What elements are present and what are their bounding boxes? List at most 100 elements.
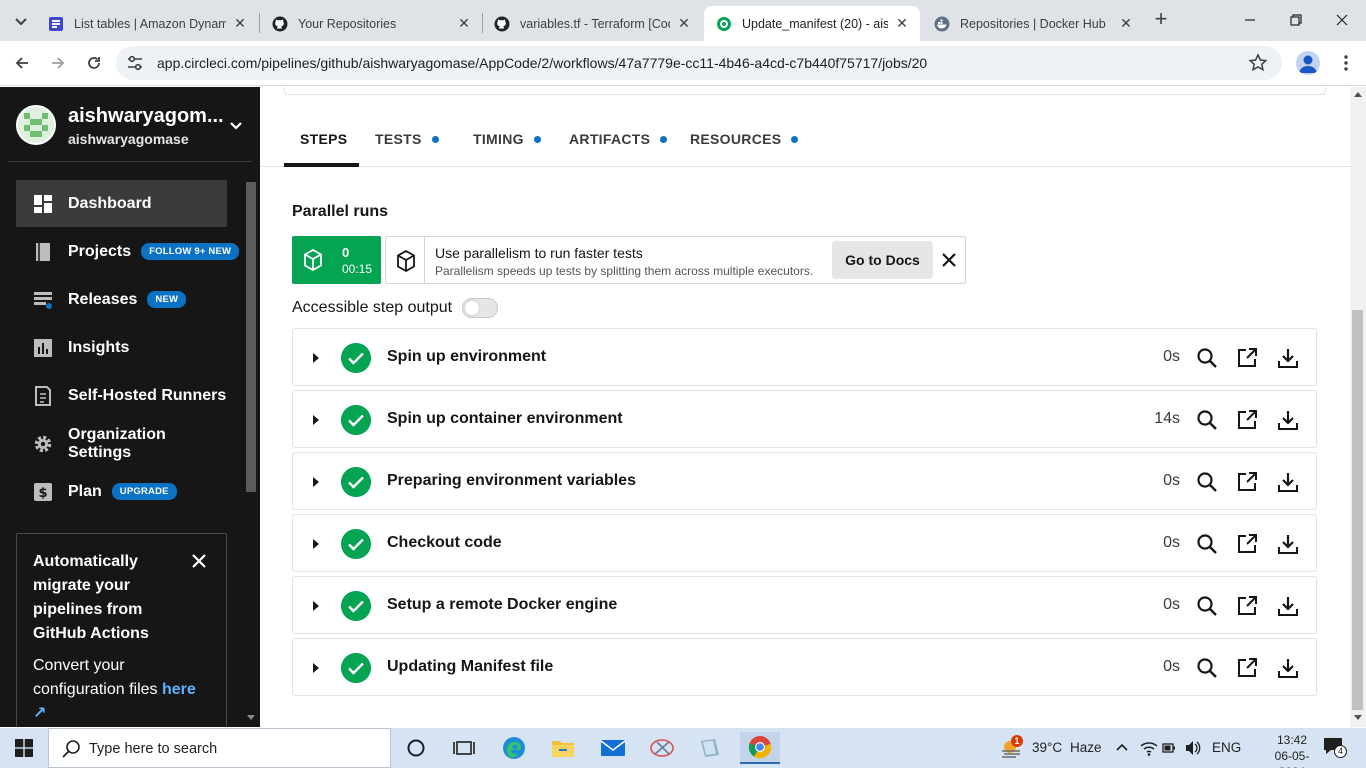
tab-search-button[interactable] (10, 11, 32, 33)
open-external-icon[interactable] (1235, 594, 1259, 618)
close-tab-icon[interactable]: ✕ (1118, 15, 1134, 32)
promo-here-link[interactable]: here (162, 681, 196, 698)
sidebar-item-dashboard[interactable]: Dashboard (16, 180, 227, 227)
search-icon[interactable] (1195, 594, 1219, 618)
notifications-button[interactable]: 4 (1322, 736, 1348, 760)
download-icon[interactable] (1276, 408, 1300, 432)
close-icon[interactable] (940, 251, 958, 269)
search-icon[interactable] (1195, 470, 1219, 494)
sidebar-scroll-down-arrow[interactable] (247, 715, 255, 720)
tab-timing[interactable]: TIMING (473, 111, 541, 167)
profile-avatar[interactable] (1296, 51, 1320, 75)
expand-caret-icon[interactable] (313, 663, 319, 673)
expand-caret-icon[interactable] (313, 477, 319, 487)
open-external-icon[interactable] (1235, 470, 1259, 494)
search-icon[interactable] (1195, 408, 1219, 432)
sidebar-item-releases[interactable]: Releases NEW (16, 276, 227, 323)
browser-tab-terraform[interactable]: variables.tf - Terraform [Cod ✕ (482, 6, 702, 41)
search-icon[interactable] (1195, 532, 1219, 556)
browser-tab-circleci[interactable]: Update_manifest (20) - aishw ✕ (704, 6, 920, 41)
browser-tab-title: Repositories | Docker Hub (960, 16, 1106, 31)
expand-caret-icon[interactable] (313, 415, 319, 425)
site-settings-icon[interactable] (126, 54, 144, 72)
box-icon (397, 250, 415, 272)
go-to-docs-button[interactable]: Go to Docs (832, 241, 933, 279)
close-icon[interactable] (190, 552, 208, 570)
edge-taskbar-button[interactable] (494, 732, 534, 764)
org-switcher[interactable]: aishwaryagom... aishwaryagomase (16, 105, 252, 151)
sidebar-item-self-hosted-runners[interactable]: Self-Hosted Runners (16, 372, 227, 419)
address-bar[interactable]: app.circleci.com/pipelines/github/aishwa… (116, 46, 1282, 80)
browser-tab-dockerhub[interactable]: Repositories | Docker Hub ✕ (922, 6, 1144, 41)
browser-tab-dynamodb[interactable]: List tables | Amazon Dynamo ✕ (36, 6, 258, 41)
close-tab-icon[interactable]: ✕ (456, 15, 472, 32)
volume-icon[interactable] (1184, 740, 1202, 756)
search-icon[interactable] (1195, 346, 1219, 370)
sidebar-scrollbar-thumb[interactable] (246, 182, 256, 492)
download-icon[interactable] (1276, 656, 1300, 680)
sidebar-item-plan[interactable]: $ Plan UPGRADE (16, 468, 227, 515)
browser-tab-repositories[interactable]: Your Repositories ✕ (260, 6, 482, 41)
external-link-icon[interactable]: ↗ (33, 702, 210, 726)
download-icon[interactable] (1276, 594, 1300, 618)
minimize-window-button[interactable] (1230, 8, 1270, 32)
chrome-taskbar-button[interactable] (740, 732, 780, 764)
close-tab-icon[interactable]: ✕ (676, 15, 692, 32)
battery-icon[interactable] (1162, 741, 1176, 755)
forward-button[interactable] (47, 52, 69, 74)
back-button[interactable] (11, 52, 33, 74)
app-taskbar-button[interactable] (690, 732, 730, 764)
main-scrollbar-thumb[interactable] (1352, 310, 1363, 710)
wifi-icon[interactable] (1140, 740, 1158, 756)
download-icon[interactable] (1276, 532, 1300, 556)
expand-caret-icon[interactable] (313, 353, 319, 363)
file-explorer-taskbar-button[interactable] (543, 732, 583, 764)
sidebar-item-projects[interactable]: Projects FOLLOW 9+ NEW (16, 228, 240, 275)
start-button[interactable] (0, 728, 48, 768)
open-external-icon[interactable] (1235, 346, 1259, 370)
taskbar-clock[interactable]: 13:42 06-05-2024 (1262, 732, 1322, 768)
main-scroll-up-arrow[interactable] (1354, 92, 1362, 97)
reload-button[interactable] (83, 52, 105, 74)
tab-steps[interactable]: STEPS (300, 111, 347, 167)
snipping-tool-taskbar-button[interactable] (642, 732, 682, 764)
restore-window-button[interactable] (1276, 8, 1316, 32)
accessible-output-toggle[interactable] (462, 298, 498, 318)
task-view-button[interactable] (444, 732, 484, 764)
browser-menu-icon[interactable] (1336, 53, 1356, 73)
download-icon[interactable] (1276, 470, 1300, 494)
search-icon[interactable] (1195, 656, 1219, 680)
weather-temperature[interactable]: 39°C (1032, 740, 1062, 755)
step-row[interactable]: Spin up container environment 14s (292, 390, 1317, 448)
step-row[interactable]: Setup a remote Docker engine 0s (292, 576, 1317, 634)
new-tab-button[interactable]: + (1150, 8, 1172, 31)
close-window-button[interactable] (1322, 8, 1362, 32)
step-row[interactable]: Preparing environment variables 0s (292, 452, 1317, 510)
weather-description[interactable]: Haze (1070, 740, 1102, 755)
close-tab-icon[interactable]: ✕ (232, 15, 248, 32)
input-language[interactable]: ENG (1212, 740, 1241, 755)
cortana-button[interactable] (396, 732, 436, 764)
mail-taskbar-button[interactable] (593, 732, 633, 764)
expand-caret-icon[interactable] (313, 601, 319, 611)
bookmark-star-icon[interactable] (1248, 53, 1268, 73)
chevron-up-icon[interactable] (1116, 742, 1128, 752)
open-external-icon[interactable] (1235, 408, 1259, 432)
tab-tests[interactable]: TESTS (375, 111, 439, 167)
sidebar-item-organization-settings[interactable]: Organization Settings (16, 420, 227, 467)
tab-artifacts[interactable]: ARTIFACTS (569, 111, 668, 167)
expand-caret-icon[interactable] (313, 539, 319, 549)
parallel-run-button[interactable]: 0 00:15 (292, 236, 381, 284)
step-row[interactable]: Spin up environment 0s (292, 328, 1317, 386)
open-external-icon[interactable] (1235, 532, 1259, 556)
step-row[interactable]: Checkout code 0s (292, 514, 1317, 572)
open-external-icon[interactable] (1235, 656, 1259, 680)
step-row[interactable]: Updating Manifest file 0s (292, 638, 1317, 696)
sidebar-item-insights[interactable]: Insights (16, 324, 227, 371)
download-icon[interactable] (1276, 346, 1300, 370)
tab-resources[interactable]: RESOURCES (690, 111, 799, 167)
close-tab-icon[interactable]: ✕ (894, 15, 910, 32)
browser-tab-title: variables.tf - Terraform [Cod (520, 16, 670, 31)
main-scroll-down-arrow[interactable] (1354, 715, 1362, 720)
taskbar-search-input[interactable]: Type here to search (48, 728, 391, 768)
